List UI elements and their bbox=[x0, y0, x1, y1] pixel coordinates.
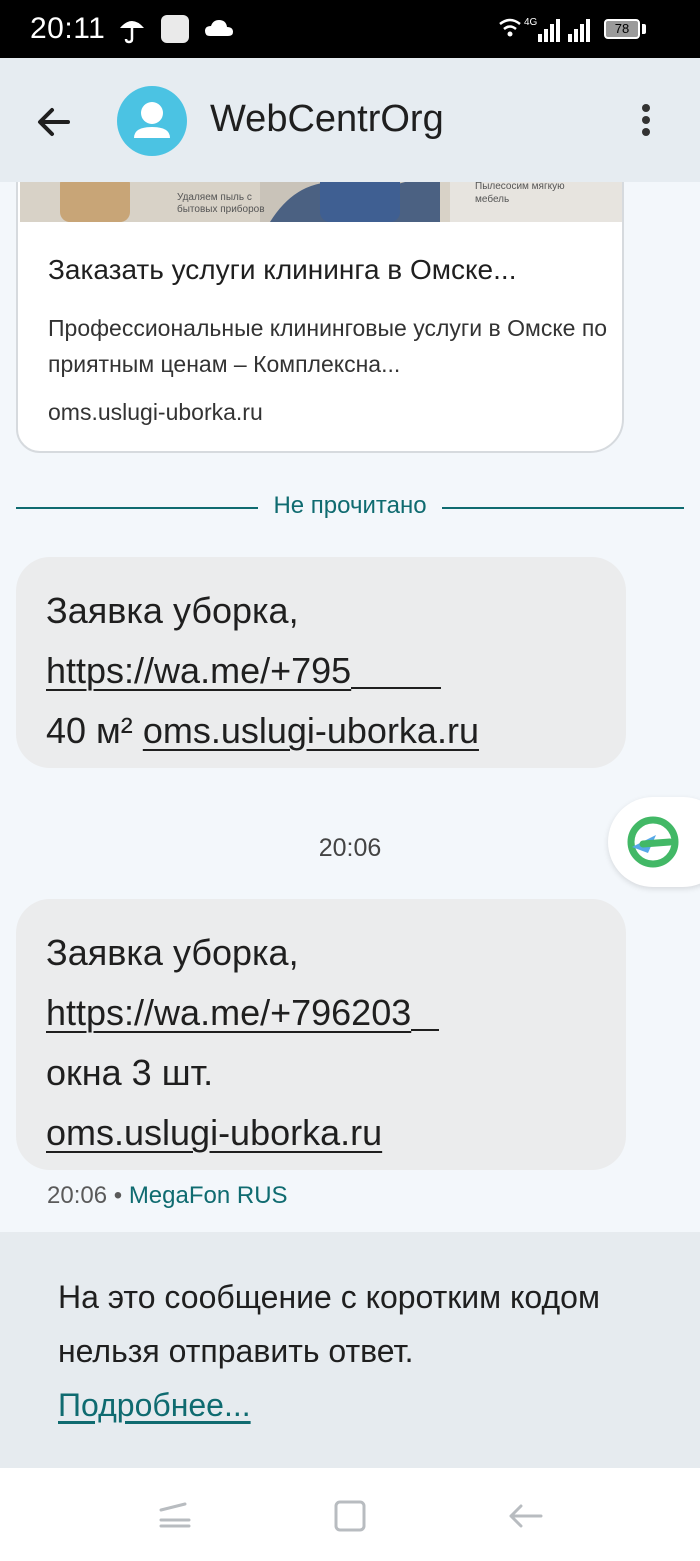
message-link[interactable]: https://wa.me/+795 bbox=[46, 650, 351, 691]
message-text: окна 3 шт. bbox=[46, 1052, 214, 1093]
unread-label: Не прочитано bbox=[267, 492, 433, 519]
message-bubble[interactable]: Заявка уборка, https://wa.me/+796203 окн… bbox=[16, 899, 626, 1170]
message-text: 40 м² bbox=[46, 710, 133, 751]
meta-time: 20:06 bbox=[47, 1182, 108, 1209]
preview-domain: oms.uslugi-uborka.ru bbox=[48, 399, 263, 425]
conversation-title[interactable]: WebCentrOrg bbox=[210, 98, 444, 141]
message-bubble[interactable]: Заявка уборка, https://wa.me/+795 40 м² … bbox=[16, 557, 626, 768]
meta-carrier: MegaFon RUS bbox=[128, 1182, 288, 1209]
more-vert-icon[interactable] bbox=[626, 98, 666, 148]
status-bar: 20:11 4G 78 bbox=[0, 0, 700, 58]
message-link[interactable]: https://wa.me/+796203 bbox=[46, 992, 411, 1033]
meta-separator: • bbox=[113, 1182, 123, 1209]
battery-tip bbox=[642, 24, 646, 34]
message-text: Заявка уборка, bbox=[46, 590, 299, 631]
learn-more-link[interactable]: Подробнее... bbox=[58, 1387, 251, 1423]
message-text: Заявка уборка, bbox=[46, 932, 299, 973]
arrow-left-icon[interactable] bbox=[28, 96, 80, 148]
preview-title: Заказать услуги клининга в Омске... bbox=[48, 254, 517, 285]
battery-icon: 78 bbox=[604, 19, 640, 39]
send-icon bbox=[627, 816, 679, 868]
message-meta: 20:06 • MegaFon RUS bbox=[47, 1182, 288, 1210]
link-preview-card[interactable]: Удаляем пыль с бытовых приборов Пылесоси… bbox=[16, 182, 624, 453]
status-time: 20:11 bbox=[30, 12, 106, 45]
home-icon[interactable] bbox=[330, 1498, 370, 1534]
back-icon[interactable] bbox=[505, 1498, 545, 1534]
floating-action-button[interactable] bbox=[608, 797, 700, 887]
app-notification-icon bbox=[161, 15, 189, 43]
preview-caption-right: Пылесосим мягкую мебель bbox=[475, 182, 565, 205]
avatar[interactable] bbox=[117, 86, 187, 156]
preview-caption-left: Удаляем пыль с бытовых приборов bbox=[177, 192, 265, 215]
preview-description: Профессиональные клининговые услуги в Ом… bbox=[48, 315, 608, 377]
redaction-mark bbox=[411, 1029, 440, 1031]
signal-icon: 4G bbox=[499, 17, 590, 42]
reply-disabled-notice: На это сообщение с коротким кодом нельзя… bbox=[0, 1232, 700, 1468]
notice-text: На это сообщение с коротким кодом нельзя… bbox=[58, 1279, 600, 1369]
notice-text-block: На это сообщение с коротким кодом нельзя… bbox=[58, 1270, 658, 1432]
message-timestamp: 20:06 bbox=[318, 834, 382, 862]
person-icon bbox=[134, 102, 170, 138]
preview-image: Удаляем пыль с бытовых приборов Пылесоси… bbox=[20, 182, 622, 222]
recent-apps-icon[interactable] bbox=[155, 1498, 195, 1534]
umbrella-icon bbox=[120, 21, 144, 44]
message-domain-link[interactable]: oms.uslugi-uborka.ru bbox=[143, 710, 479, 751]
unread-divider: Не прочитано bbox=[0, 492, 700, 520]
network-label: 4G bbox=[524, 17, 538, 28]
conversation-area[interactable]: Удаляем пыль с бытовых приборов Пылесоси… bbox=[0, 182, 700, 1232]
redaction-mark bbox=[351, 687, 442, 689]
message-domain-link[interactable]: oms.uslugi-uborka.ru bbox=[46, 1112, 382, 1153]
app-bar: WebCentrOrg bbox=[0, 58, 700, 182]
cloud-icon bbox=[205, 20, 233, 36]
navigation-bar bbox=[0, 1468, 700, 1561]
